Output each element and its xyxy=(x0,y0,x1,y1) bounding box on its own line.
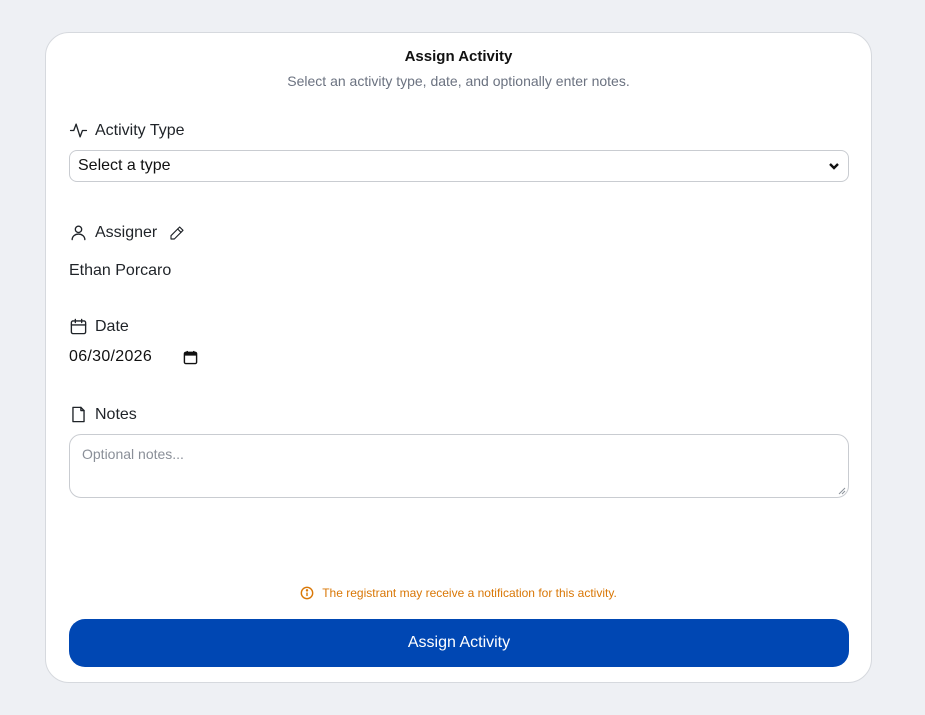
chevron-down-icon xyxy=(829,163,839,170)
activity-type-selected-value: Select a type xyxy=(78,157,171,174)
assigner-label-text: Assigner xyxy=(95,223,158,241)
user-icon xyxy=(71,225,86,241)
edit-assigner-button[interactable] xyxy=(169,225,185,241)
file-icon xyxy=(72,406,85,423)
info-icon xyxy=(300,586,314,600)
assigner-label: Assigner xyxy=(69,223,185,242)
activity-type-label: Activity Type xyxy=(69,121,185,140)
dialog-subtitle: Select an activity type, date, and optio… xyxy=(287,73,630,89)
notes-placeholder: Optional notes... xyxy=(82,446,184,462)
date-label: Date xyxy=(69,317,129,336)
assign-activity-card: Assign Activity Select an activity type,… xyxy=(45,32,872,683)
date-picker-button[interactable] xyxy=(183,350,198,365)
notice-text: The registrant may receive a notificatio… xyxy=(322,586,617,600)
notification-notice: The registrant may receive a notificatio… xyxy=(46,586,871,600)
calendar-picker-icon xyxy=(183,350,198,364)
activity-type-label-text: Activity Type xyxy=(95,121,185,139)
notes-label: Notes xyxy=(69,405,137,424)
pencil-icon xyxy=(170,225,184,240)
notes-textarea[interactable]: Optional notes... xyxy=(69,434,849,498)
assigner-name: Ethan Porcaro xyxy=(69,262,172,279)
activity-pulse-icon xyxy=(69,123,88,138)
notes-label-text: Notes xyxy=(95,405,137,423)
date-value: 06/30/2026 xyxy=(69,348,153,365)
calendar-icon xyxy=(70,318,87,335)
date-label-text: Date xyxy=(95,317,129,335)
dialog-title: Assign Activity xyxy=(404,48,513,65)
resize-handle-icon[interactable] xyxy=(838,487,846,495)
activity-type-select[interactable]: Select a type xyxy=(69,150,849,182)
assign-activity-button[interactable]: Assign Activity xyxy=(69,619,849,667)
date-input[interactable]: 06/30/2026 xyxy=(69,348,198,366)
